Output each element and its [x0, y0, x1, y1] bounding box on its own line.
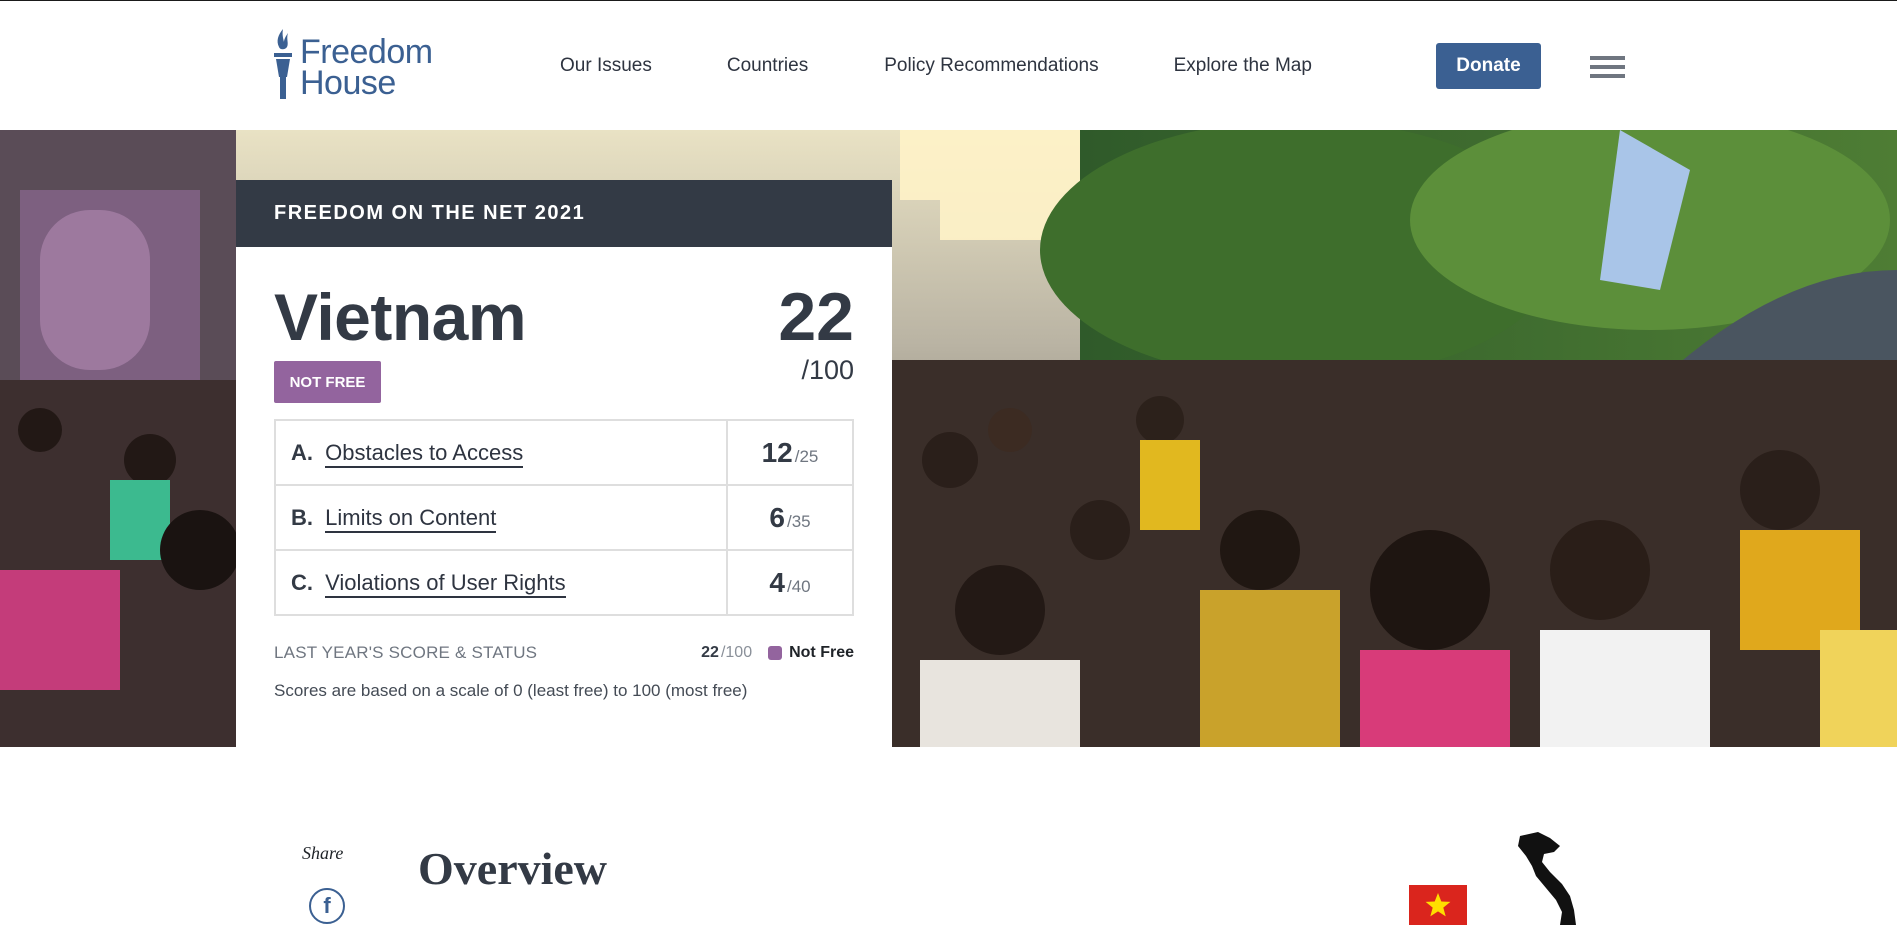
nav-explore-the-map[interactable]: Explore the Map	[1174, 55, 1312, 77]
category-link-limits-on-content[interactable]: Limits on Content	[325, 504, 497, 533]
category-score: 6	[769, 501, 785, 533]
logo-text-line2: House	[300, 64, 396, 102]
vietnam-flag-icon	[1409, 885, 1467, 925]
country-score-card: Vietnam 22 /100 NOT FREE A. Obstacles to…	[236, 247, 892, 747]
nav-our-issues[interactable]: Our Issues	[560, 55, 652, 77]
report-title: FREEDOM ON THE NET 2021	[236, 180, 892, 247]
category-score-max: /35	[786, 511, 811, 531]
table-row: A. Obstacles to Access 12/25	[274, 419, 854, 486]
country-name: Vietnam	[274, 280, 527, 354]
category-score: 12	[761, 436, 793, 468]
nav-countries[interactable]: Countries	[727, 55, 808, 77]
status-dot-icon	[768, 646, 783, 660]
main-nav: Our Issues Countries Policy Recommendati…	[560, 55, 1387, 77]
last-year-score: 22	[701, 644, 719, 661]
last-year-row: LAST YEAR'S SCORE & STATUS 22 /100 Not F…	[274, 643, 854, 663]
last-year-score-max: /100	[720, 644, 753, 661]
last-year-label: LAST YEAR'S SCORE & STATUS	[274, 643, 538, 662]
torch-icon	[274, 29, 292, 99]
category-letter: B.	[291, 504, 313, 530]
share-label: Share	[302, 843, 344, 863]
last-year-status: Not Free	[789, 644, 854, 661]
category-letter: A.	[291, 439, 313, 465]
freedom-house-logo[interactable]: Freedom House	[272, 27, 442, 107]
category-link-violations-of-user-rights[interactable]: Violations of User Rights	[325, 569, 566, 598]
table-row: B. Limits on Content 6/35	[274, 484, 854, 551]
hamburger-menu-icon[interactable]	[1590, 56, 1625, 78]
table-row: C. Violations of User Rights 4/40	[274, 549, 854, 616]
category-score-max: /25	[794, 446, 819, 466]
category-score: 4	[769, 566, 785, 598]
donate-button[interactable]: Donate	[1436, 43, 1541, 89]
nav-policy-recommendations[interactable]: Policy Recommendations	[884, 55, 1098, 77]
status-badge: NOT FREE	[274, 361, 381, 403]
category-scores-table: A. Obstacles to Access 12/25 B. Limits o…	[274, 419, 854, 616]
scale-note: Scores are based on a scale of 0 (least …	[274, 681, 748, 700]
category-link-obstacles-to-access[interactable]: Obstacles to Access	[325, 439, 524, 468]
overview-heading: Overview	[418, 843, 608, 894]
star-icon	[1425, 893, 1451, 917]
total-score: 22	[778, 279, 854, 355]
site-header: Freedom House Our Issues Countries Polic…	[0, 1, 1897, 130]
vietnam-map-icon	[1518, 832, 1576, 925]
facebook-share-icon[interactable]: f	[309, 888, 345, 924]
total-score-max: /100	[801, 355, 854, 385]
category-score-max: /40	[786, 576, 811, 596]
category-letter: C.	[291, 569, 313, 595]
